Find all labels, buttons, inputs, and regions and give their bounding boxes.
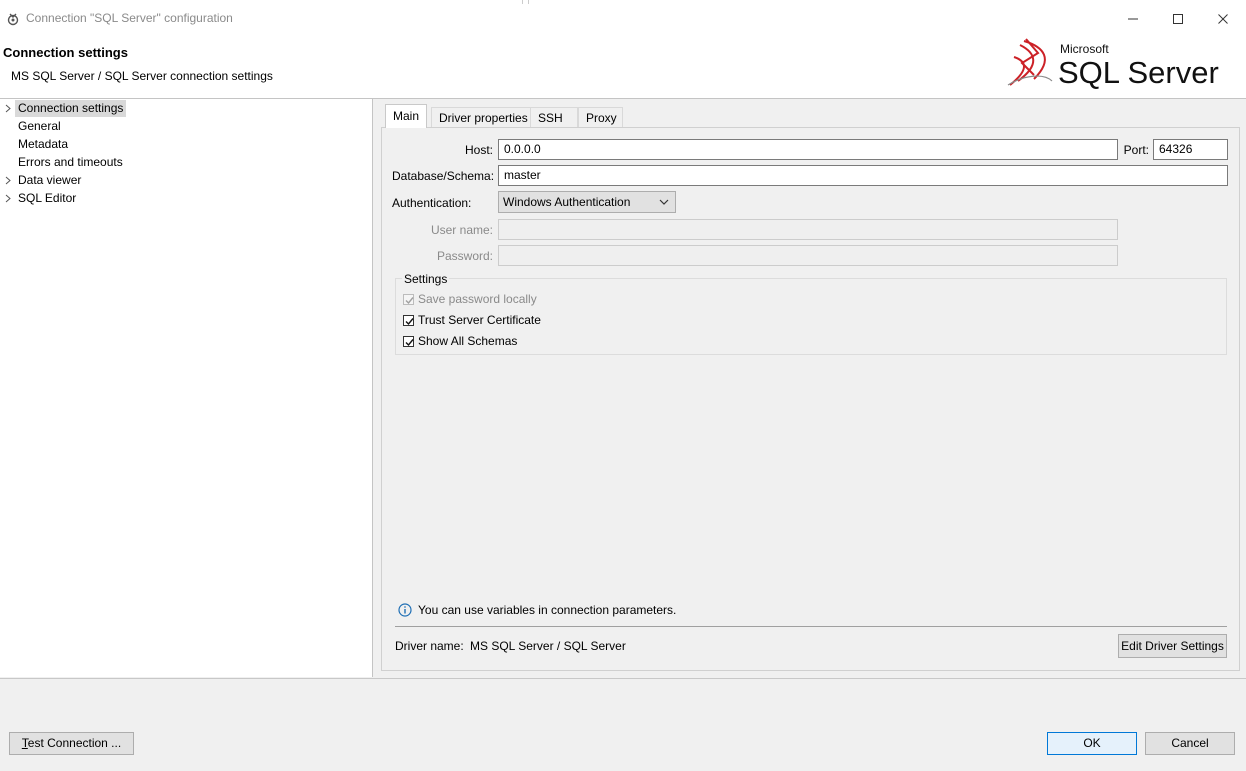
driver-name-label: Driver name:: [395, 639, 464, 653]
svg-text:Microsoft: Microsoft: [1060, 42, 1109, 56]
database-label: Database/Schema:: [392, 169, 495, 183]
variables-info-text: You can use variables in connection para…: [418, 603, 677, 617]
maximize-button[interactable]: [1163, 8, 1193, 30]
password-input[interactable]: [498, 245, 1118, 266]
close-button[interactable]: [1208, 8, 1238, 30]
nav-item-data-viewer[interactable]: Data viewer: [18, 172, 81, 189]
username-input[interactable]: [498, 219, 1118, 240]
variables-info: You can use variables in connection para…: [398, 603, 676, 617]
chevron-right-icon[interactable]: [3, 100, 13, 117]
dialog-footer: [0, 678, 1246, 771]
authentication-select[interactable]: Windows Authentication: [498, 191, 676, 213]
ok-button[interactable]: OK: [1047, 732, 1137, 755]
nav-item-sql-editor[interactable]: SQL Editor: [18, 190, 76, 207]
show-schemas-checkbox[interactable]: [403, 335, 414, 347]
username-label: User name:: [430, 223, 493, 237]
authentication-value: Windows Authentication: [503, 195, 631, 209]
sql-server-logo: Microsoft SQL Server: [1007, 38, 1219, 90]
host-label: Host:: [464, 143, 493, 157]
driver-name-value: MS SQL Server / SQL Server: [470, 639, 626, 653]
app-icon: [7, 13, 19, 26]
minimize-icon: [1128, 18, 1138, 20]
trust-cert-checkbox-row[interactable]: Trust Server Certificate: [403, 312, 541, 328]
show-schemas-label: Show All Schemas: [418, 334, 518, 348]
port-input[interactable]: 64326: [1153, 139, 1228, 160]
password-label: Password:: [436, 249, 493, 263]
splitter[interactable]: [373, 99, 381, 677]
trust-cert-checkbox[interactable]: [403, 314, 414, 326]
page-title: Connection settings: [3, 45, 128, 60]
show-schemas-checkbox-row[interactable]: Show All Schemas: [403, 333, 517, 349]
save-password-checkbox-row[interactable]: Save password locally: [403, 291, 537, 307]
save-password-label: Save password locally: [418, 292, 537, 306]
edit-driver-settings-button[interactable]: Edit Driver Settings: [1118, 634, 1227, 658]
host-input[interactable]: 0.0.0.0: [498, 139, 1118, 160]
info-icon: [398, 603, 412, 617]
save-password-checkbox[interactable]: [403, 293, 414, 305]
tab-proxy[interactable]: Proxy: [578, 107, 623, 127]
nav-item-errors-and-timeouts[interactable]: Errors and timeouts: [18, 154, 123, 171]
tab-main[interactable]: Main: [385, 104, 428, 128]
cancel-button[interactable]: Cancel: [1145, 732, 1235, 755]
close-icon: [1218, 14, 1228, 24]
maximize-icon: [1173, 14, 1183, 24]
checkmark-icon: [405, 296, 414, 304]
nav-item-metadata[interactable]: Metadata: [18, 136, 68, 153]
page-subtitle: MS SQL Server / SQL Server connection se…: [11, 69, 273, 83]
authentication-label: Authentication:: [392, 196, 472, 210]
minimize-button[interactable]: [1118, 8, 1148, 30]
chevron-right-icon[interactable]: [3, 190, 13, 207]
test-connection-label: est Connection ...: [27, 736, 122, 750]
chevron-down-icon: [659, 199, 669, 205]
window-title: Connection "SQL Server" configuration: [26, 11, 233, 25]
chevron-right-icon[interactable]: [3, 172, 13, 189]
top-strip: [0, 0, 1246, 4]
checkmark-icon: [405, 317, 414, 325]
tab-driver-properties[interactable]: Driver properties: [431, 107, 536, 127]
port-label: Port:: [1123, 143, 1149, 157]
checkmark-icon: [405, 338, 414, 346]
database-input[interactable]: master: [498, 165, 1228, 186]
nav-item-general[interactable]: General: [18, 118, 61, 135]
settings-group-title: Settings: [402, 272, 450, 286]
nav-item-connection-settings[interactable]: Connection settings: [15, 100, 127, 117]
trust-cert-label: Trust Server Certificate: [418, 313, 541, 327]
svg-text:SQL Server: SQL Server: [1058, 55, 1219, 90]
test-connection-button[interactable]: Test Connection ...: [9, 732, 134, 755]
separator: [395, 626, 1227, 627]
tab-ssh[interactable]: SSH: [530, 107, 578, 127]
